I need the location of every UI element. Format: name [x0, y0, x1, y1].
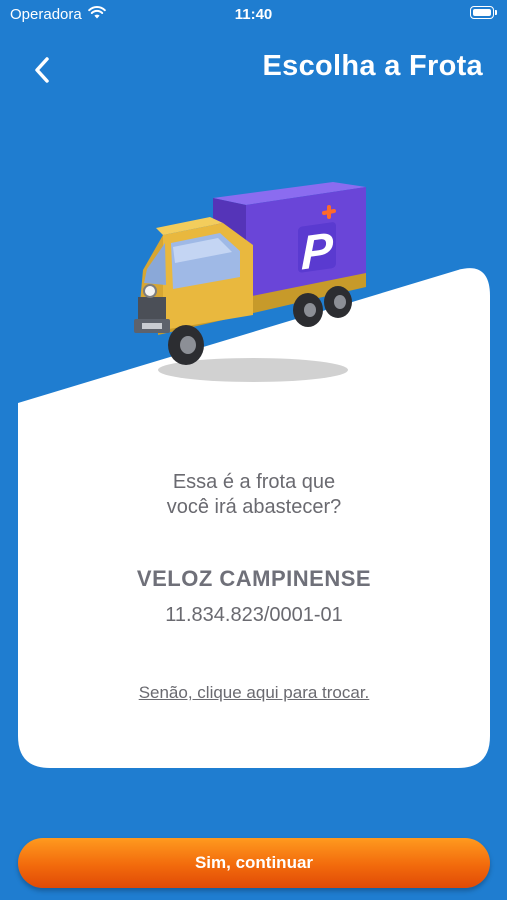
battery-icon: [470, 6, 497, 19]
status-bar: Operadora 11:40: [0, 0, 507, 30]
change-fleet-link[interactable]: Senão, clique aqui para trocar.: [18, 683, 490, 703]
fleet-name: VELOZ CAMPINENSE: [136, 566, 372, 591]
continue-button[interactable]: Sim, continuar: [18, 838, 490, 888]
back-button[interactable]: [22, 50, 62, 90]
fleet-cnpj: 11.834.823/0001-01: [165, 604, 343, 626]
fleet-question: Essa é a frota que você irá abastecer?: [166, 471, 342, 518]
delivery-truck-illustration: P: [128, 165, 378, 395]
truck-logo: P: [301, 222, 334, 280]
page-title: Escolha a Frota: [262, 50, 483, 82]
status-time: 11:40: [234, 6, 273, 23]
chevron-left-icon: [35, 57, 49, 83]
